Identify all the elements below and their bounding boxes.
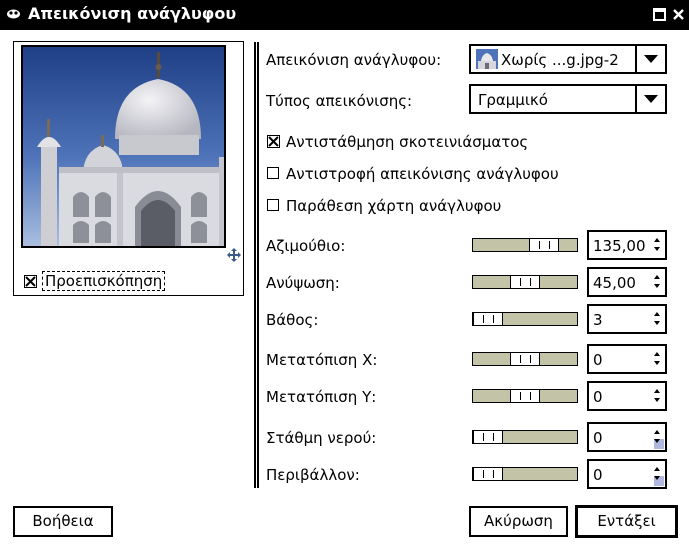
compensate-darkening-checkbox[interactable] [267, 135, 280, 148]
ambient-value[interactable]: 0 [593, 465, 603, 485]
spin-down-icon[interactable] [654, 439, 660, 443]
offset-y-slider[interactable] [472, 389, 578, 403]
offset-y-value[interactable]: 0 [593, 387, 603, 407]
waterlevel-slider[interactable] [472, 430, 578, 444]
spin-arrows[interactable] [651, 424, 665, 450]
slider-thumb[interactable] [510, 275, 540, 289]
depth-slider[interactable] [472, 312, 578, 326]
azimuth-label: Αζιμούθιο: [266, 237, 346, 255]
spin-up-icon[interactable] [654, 238, 660, 242]
ok-button[interactable]: Εντάξει [575, 505, 678, 538]
emboss-map-label: Απεικόνιση ανάγλυφου: [266, 51, 442, 69]
spin-up-icon[interactable] [654, 312, 660, 316]
preview-checkbox[interactable] [24, 275, 37, 288]
elevation-label: Ανύψωση: [266, 274, 340, 292]
offset-x-value[interactable]: 0 [593, 350, 603, 370]
ambient-label: Περιβάλλον: [266, 466, 360, 484]
maximize-icon[interactable] [653, 8, 666, 21]
compensate-darkening-label[interactable]: Αντιστάθμηση σκοτεινιάσματος [286, 133, 528, 151]
chevron-down-icon[interactable] [644, 95, 658, 103]
spin-arrows[interactable] [651, 383, 665, 409]
offset-y-label: Μετατόπιση Υ: [266, 388, 377, 406]
map-type-value: Γραμμικό [478, 91, 548, 109]
depth-value[interactable]: 3 [593, 310, 603, 330]
azimuth-slider[interactable] [472, 238, 578, 252]
slider-thumb[interactable] [473, 312, 503, 326]
spin-arrows[interactable] [651, 306, 665, 332]
combo-divider [635, 46, 637, 72]
depth-label: Βάθος: [266, 311, 319, 329]
tile-map-checkbox[interactable] [267, 199, 279, 211]
navigate-icon[interactable] [227, 248, 241, 262]
check-mark-icon [25, 276, 36, 287]
cancel-button[interactable]: Ακύρωση [469, 506, 568, 537]
emboss-map-value: Χωρίς ...g.jpg-2 [501, 51, 619, 69]
depth-spinbutton[interactable]: 3 [587, 304, 667, 334]
waterlevel-label: Στάθμη νερού: [266, 429, 377, 447]
offset-y-spinbutton[interactable]: 0 [587, 381, 667, 411]
check-mark-icon [268, 136, 279, 147]
elevation-slider[interactable] [472, 275, 578, 289]
map-type-label: Τύπος απεικόνισης: [266, 92, 413, 110]
title-bar[interactable]: Απεικόνιση ανάγλυφου [0, 0, 689, 30]
azimuth-value[interactable]: 135,00 [593, 236, 646, 256]
spin-up-icon[interactable] [654, 352, 660, 356]
map-type-combo[interactable]: Γραμμικό [469, 84, 667, 114]
pane-separator[interactable] [254, 42, 259, 488]
elevation-value[interactable]: 45,00 [593, 273, 636, 293]
spin-down-icon[interactable] [654, 321, 660, 325]
slider-thumb[interactable] [529, 238, 559, 252]
spin-down-icon[interactable] [654, 284, 660, 288]
spin-arrows[interactable] [651, 346, 665, 372]
spin-arrows[interactable] [651, 461, 665, 487]
spin-down-icon[interactable] [654, 247, 660, 251]
taj-mahal-preview [23, 47, 224, 246]
spin-down-icon[interactable] [654, 361, 660, 365]
spin-down-icon[interactable] [654, 398, 660, 402]
spin-arrows[interactable] [651, 269, 665, 295]
spin-up-icon[interactable] [654, 389, 660, 393]
offset-x-spinbutton[interactable]: 0 [587, 344, 667, 374]
slider-thumb[interactable] [473, 467, 503, 481]
elevation-spinbutton[interactable]: 45,00 [587, 267, 667, 297]
help-button[interactable]: Βοήθεια [13, 506, 113, 537]
combo-divider [635, 86, 637, 112]
tile-map-label[interactable]: Παράθεση χάρτη ανάγλυφου [286, 197, 501, 215]
image-thumbnail-icon [476, 49, 498, 69]
preview-panel: Προεπισκόπηση [13, 41, 244, 296]
ambient-spinbutton[interactable]: 0 [587, 459, 667, 489]
spin-up-icon[interactable] [654, 467, 660, 471]
slider-thumb[interactable] [473, 430, 503, 444]
spin-up-icon[interactable] [654, 275, 660, 279]
spin-down-icon[interactable] [654, 476, 660, 480]
window-title: Απεικόνιση ανάγλυφου [28, 4, 237, 23]
emboss-map-combo[interactable]: Χωρίς ...g.jpg-2 [469, 44, 667, 74]
offset-x-label: Μετατόπιση Χ: [266, 351, 378, 369]
spin-arrows[interactable] [651, 232, 665, 258]
slider-thumb[interactable] [510, 352, 540, 366]
gimp-logo-icon [7, 9, 20, 19]
invert-map-label[interactable]: Αντιστροφή απεικόνισης ανάγλυφου [286, 165, 559, 183]
spin-up-icon[interactable] [654, 430, 660, 434]
offset-x-slider[interactable] [472, 352, 578, 366]
slider-thumb[interactable] [510, 389, 540, 403]
ambient-slider[interactable] [472, 467, 578, 481]
invert-map-checkbox[interactable] [267, 167, 279, 179]
chevron-down-icon[interactable] [644, 55, 658, 63]
azimuth-spinbutton[interactable]: 135,00 [587, 230, 667, 260]
preview-image[interactable] [21, 45, 226, 248]
waterlevel-spinbutton[interactable]: 0 [587, 422, 667, 452]
preview-checkbox-label[interactable]: Προεπισκόπηση [42, 271, 166, 291]
waterlevel-value[interactable]: 0 [593, 428, 603, 448]
close-icon[interactable] [672, 8, 685, 21]
